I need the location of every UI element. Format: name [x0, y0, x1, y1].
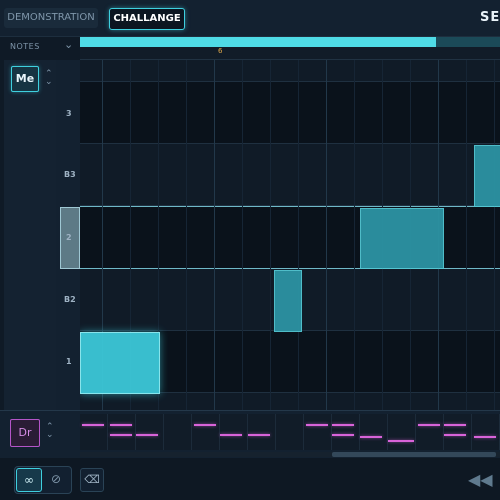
drum-step[interactable] — [360, 414, 388, 450]
rewind-icon[interactable]: ◀◀ — [468, 470, 493, 489]
drum-hit[interactable] — [220, 434, 242, 436]
grid-beat-line — [354, 60, 355, 410]
drum-hit[interactable] — [110, 434, 132, 436]
grid-beat-line — [326, 60, 327, 410]
timeline-ruler[interactable]: 6 — [80, 47, 500, 60]
grid-row-bottom[interactable] — [80, 393, 500, 410]
drum-hit[interactable] — [444, 424, 466, 426]
no-loop-icon[interactable]: ⊘ — [44, 468, 68, 490]
drum-hit[interactable] — [136, 434, 158, 436]
drum-step[interactable] — [472, 414, 500, 450]
drum-step[interactable] — [220, 414, 248, 450]
melody-instrument-button[interactable]: Me — [11, 66, 39, 92]
drum-hit[interactable] — [332, 434, 354, 436]
key-label-b2[interactable]: B2 — [64, 295, 76, 304]
drum-step[interactable] — [276, 414, 304, 450]
drum-step[interactable] — [388, 414, 416, 450]
chevron-updown-icon[interactable]: ⌃ ⌄ — [46, 423, 54, 440]
tab-demonstration[interactable]: DEMONSTRATION — [4, 8, 98, 28]
note-grid[interactable] — [80, 60, 500, 410]
horizontal-scrollbar[interactable] — [80, 452, 500, 457]
note-block[interactable] — [360, 208, 444, 269]
grid-beat-line — [298, 60, 299, 410]
drum-step[interactable] — [108, 414, 136, 450]
drum-hit[interactable] — [418, 424, 440, 426]
chevron-down-icon[interactable]: ⌄ — [64, 38, 73, 51]
drum-step[interactable] — [80, 414, 108, 450]
overview-progress-fill — [80, 37, 436, 47]
drums-instrument-button[interactable]: Dr — [10, 419, 40, 447]
grid-beat-line — [494, 60, 495, 410]
drum-hit[interactable] — [110, 424, 132, 426]
ruler-marker: 6 — [218, 47, 223, 55]
loop-icon[interactable]: ∞ — [16, 468, 42, 492]
drum-step[interactable] — [248, 414, 276, 450]
drum-hit[interactable] — [332, 424, 354, 426]
drum-step[interactable] — [304, 414, 332, 450]
note-block[interactable] — [274, 270, 302, 332]
overview-scrubber[interactable] — [80, 37, 500, 47]
note-block-active[interactable] — [80, 332, 160, 394]
drum-step[interactable] — [192, 414, 220, 450]
drum-step[interactable] — [444, 414, 472, 450]
grid-beat-line — [466, 60, 467, 410]
session-label: SES — [480, 10, 500, 25]
key-label-2[interactable]: 2 — [66, 233, 72, 242]
grid-row-top[interactable] — [80, 60, 500, 82]
drum-hit[interactable] — [474, 436, 496, 438]
grid-beat-line — [270, 60, 271, 410]
grid-beat-line — [242, 60, 243, 410]
chevron-updown-icon[interactable]: ⌃ ⌄ — [45, 70, 53, 87]
drum-hit[interactable] — [194, 424, 216, 426]
notes-label: NOTES — [10, 42, 40, 51]
grid-beat-line — [186, 60, 187, 410]
drum-step[interactable] — [332, 414, 360, 450]
grid-beat-line — [214, 60, 215, 410]
drum-hit[interactable] — [388, 440, 414, 442]
drum-step[interactable] — [164, 414, 192, 450]
scrollbar-thumb[interactable] — [332, 452, 496, 457]
eraser-icon[interactable]: ⌫ — [80, 468, 104, 492]
drum-hit[interactable] — [248, 434, 270, 436]
drum-hit[interactable] — [82, 424, 104, 426]
drum-hit[interactable] — [444, 434, 466, 436]
drum-pattern-grid[interactable] — [80, 414, 500, 450]
drum-hit[interactable] — [306, 424, 328, 426]
instrument-column — [4, 60, 56, 410]
note-block[interactable] — [474, 145, 500, 207]
bottom-toolbar — [0, 458, 500, 500]
tab-challenge[interactable]: CHALLANGE — [109, 8, 185, 30]
drum-step[interactable] — [136, 414, 164, 450]
key-label-1[interactable]: 1 — [66, 357, 72, 366]
key-label-3[interactable]: 3 — [66, 109, 72, 118]
grid-row-b3[interactable] — [80, 144, 500, 206]
drum-step[interactable] — [416, 414, 444, 450]
key-label-b3[interactable]: B3 — [64, 170, 76, 179]
drum-hit[interactable] — [360, 436, 382, 438]
grid-row-3[interactable] — [80, 82, 500, 144]
